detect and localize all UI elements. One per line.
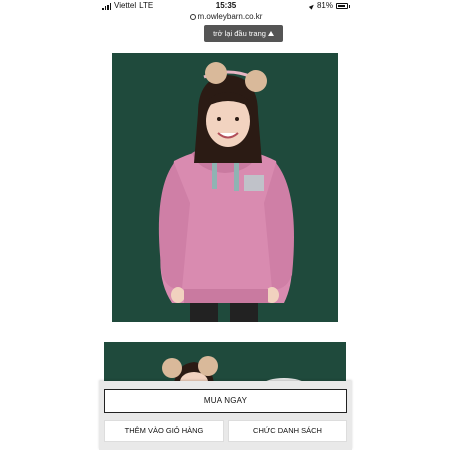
back-to-top-button[interactable]: trở lại đầu trang	[204, 25, 283, 42]
purchase-action-panel: MUA NGAY THÊM VÀO GIỎ HÀNG CHỨC DANH SÁC…	[99, 381, 352, 450]
wishlist-button[interactable]: CHỨC DANH SÁCH	[228, 420, 347, 442]
address-bar[interactable]: m.owleybarn.co.kr	[100, 11, 352, 23]
buy-now-button[interactable]: MUA NGAY	[104, 389, 347, 413]
url-text: m.owleybarn.co.kr	[197, 12, 263, 21]
product-image-secondary[interactable]	[104, 342, 346, 384]
lock-icon	[189, 14, 196, 20]
battery-tip-icon	[349, 4, 350, 8]
location-icon	[308, 2, 316, 10]
back-to-top-label: trở lại đầu trang	[213, 29, 266, 38]
arrow-up-icon	[267, 31, 274, 36]
girl-with-pompom-headband-illustration	[104, 342, 346, 384]
girl-in-pink-hoodie-illustration	[112, 53, 338, 322]
product-image-main[interactable]	[112, 53, 338, 322]
add-to-cart-button[interactable]: THÊM VÀO GIỎ HÀNG	[104, 420, 224, 442]
battery-icon	[336, 3, 348, 9]
